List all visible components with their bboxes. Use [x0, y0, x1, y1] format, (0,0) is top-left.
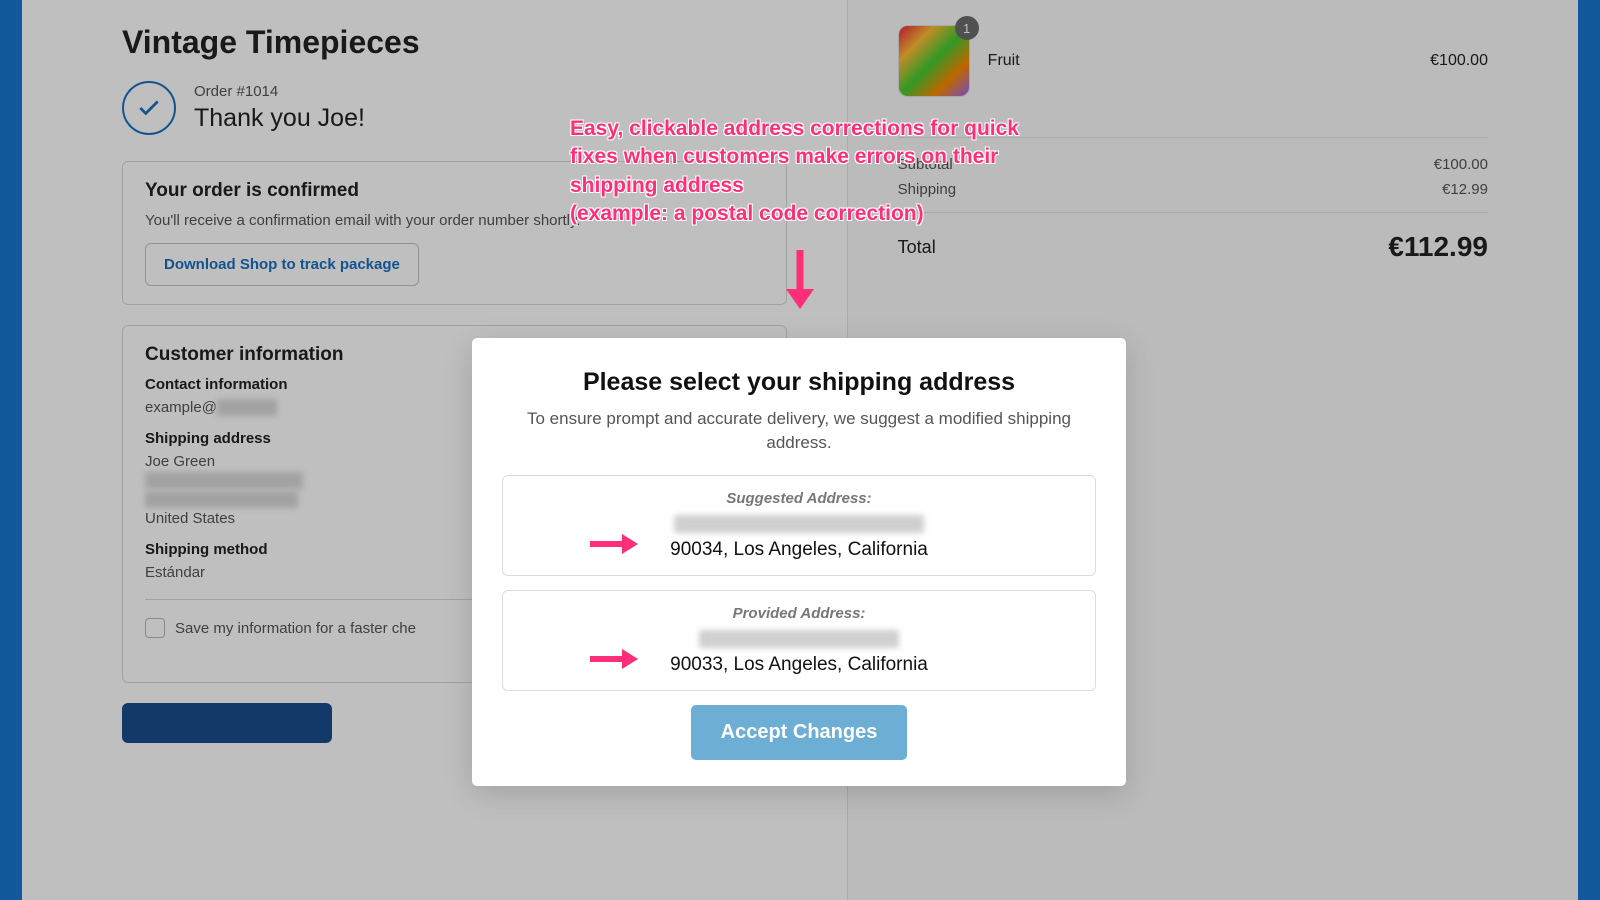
- annotation-text: Easy, clickable address corrections for …: [570, 115, 1070, 228]
- download-shop-button[interactable]: Download Shop to track package: [145, 243, 419, 286]
- annotation-arrow-icon: [780, 245, 820, 320]
- suggested-address-option[interactable]: Suggested Address: . 90034, Los Angeles,…: [502, 475, 1096, 576]
- suggested-address-label: Suggested Address:: [517, 490, 1081, 507]
- continue-button[interactable]: [122, 703, 332, 743]
- check-circle-icon: [122, 81, 176, 135]
- cart-item: 1 Fruit €100.00: [898, 25, 1488, 97]
- subtotal-value: €100.00: [1434, 156, 1488, 173]
- arrow-right-icon: [588, 532, 640, 561]
- cart-item-name: Fruit: [988, 52, 1412, 70]
- shipping-value: €12.99: [1442, 181, 1488, 198]
- order-number: Order #1014: [194, 83, 365, 100]
- total-value: €112.99: [1388, 231, 1488, 263]
- save-info-checkbox[interactable]: [145, 618, 165, 638]
- accept-changes-button[interactable]: Accept Changes: [691, 705, 908, 760]
- save-info-label: Save my information for a faster che: [175, 620, 416, 637]
- modal-title: Please select your shipping address: [502, 368, 1096, 397]
- address-selection-modal: Please select your shipping address To e…: [472, 338, 1126, 786]
- modal-subtitle: To ensure prompt and accurate delivery, …: [502, 407, 1096, 455]
- cart-item-thumbnail: 1: [898, 25, 970, 97]
- arrow-right-icon: [588, 647, 640, 676]
- cart-item-price: €100.00: [1430, 52, 1488, 70]
- cart-item-qty-badge: 1: [955, 16, 979, 40]
- total-label: Total: [898, 237, 936, 258]
- store-name: Vintage Timepieces: [122, 24, 787, 61]
- provided-address-label: Provided Address:: [517, 605, 1081, 622]
- order-thanks: Thank you Joe!: [194, 104, 365, 133]
- provided-address-line1: .: [517, 630, 1081, 648]
- provided-address-option[interactable]: Provided Address: . 90033, Los Angeles, …: [502, 590, 1096, 691]
- suggested-address-line1: .: [517, 515, 1081, 533]
